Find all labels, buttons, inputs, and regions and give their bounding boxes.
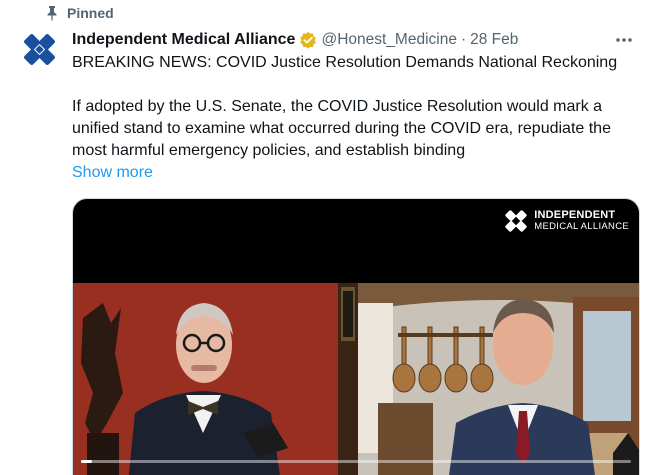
pinned-indicator: Pinned [45,5,114,21]
video-logo-line2: MEDICAL ALLIANCE [534,221,629,232]
separator-dot: · [460,31,467,48]
pin-icon [47,6,57,21]
video-frame-right-speaker [358,283,639,475]
tweet-body: If adopted by the U.S. Senate, the COVID… [72,98,611,159]
pinned-label: Pinned [67,5,114,21]
video-player[interactable]: INDEPENDENT MEDICAL ALLIANCE [72,198,640,475]
video-progress-fill [81,460,92,463]
author-name[interactable]: Independent Medical Alliance [72,31,295,49]
more-options-icon [616,38,632,42]
tweet-date[interactable]: 28 Feb [470,31,518,49]
tweet-header: Independent Medical Alliance @Honest_Med… [72,29,637,51]
show-more-link[interactable]: Show more [72,162,647,184]
author-avatar[interactable] [19,29,60,70]
video-logo-line1: INDEPENDENT [534,209,616,221]
more-options-button[interactable] [613,29,635,51]
author-handle[interactable]: @Honest_Medicine [321,31,457,49]
video-logo-icon [505,210,527,232]
avatar-logo [19,29,60,70]
video-brand-logo: INDEPENDENT MEDICAL ALLIANCE [502,207,629,235]
tweet-headline: BREAKING NEWS: COVID Justice Resolution … [72,54,618,71]
video-frame-left-speaker [73,283,358,475]
video-progress-bar[interactable] [81,460,631,463]
verified-badge-icon[interactable] [299,31,317,49]
tweet-text: BREAKING NEWS: COVID Justice Resolution … [72,52,647,184]
